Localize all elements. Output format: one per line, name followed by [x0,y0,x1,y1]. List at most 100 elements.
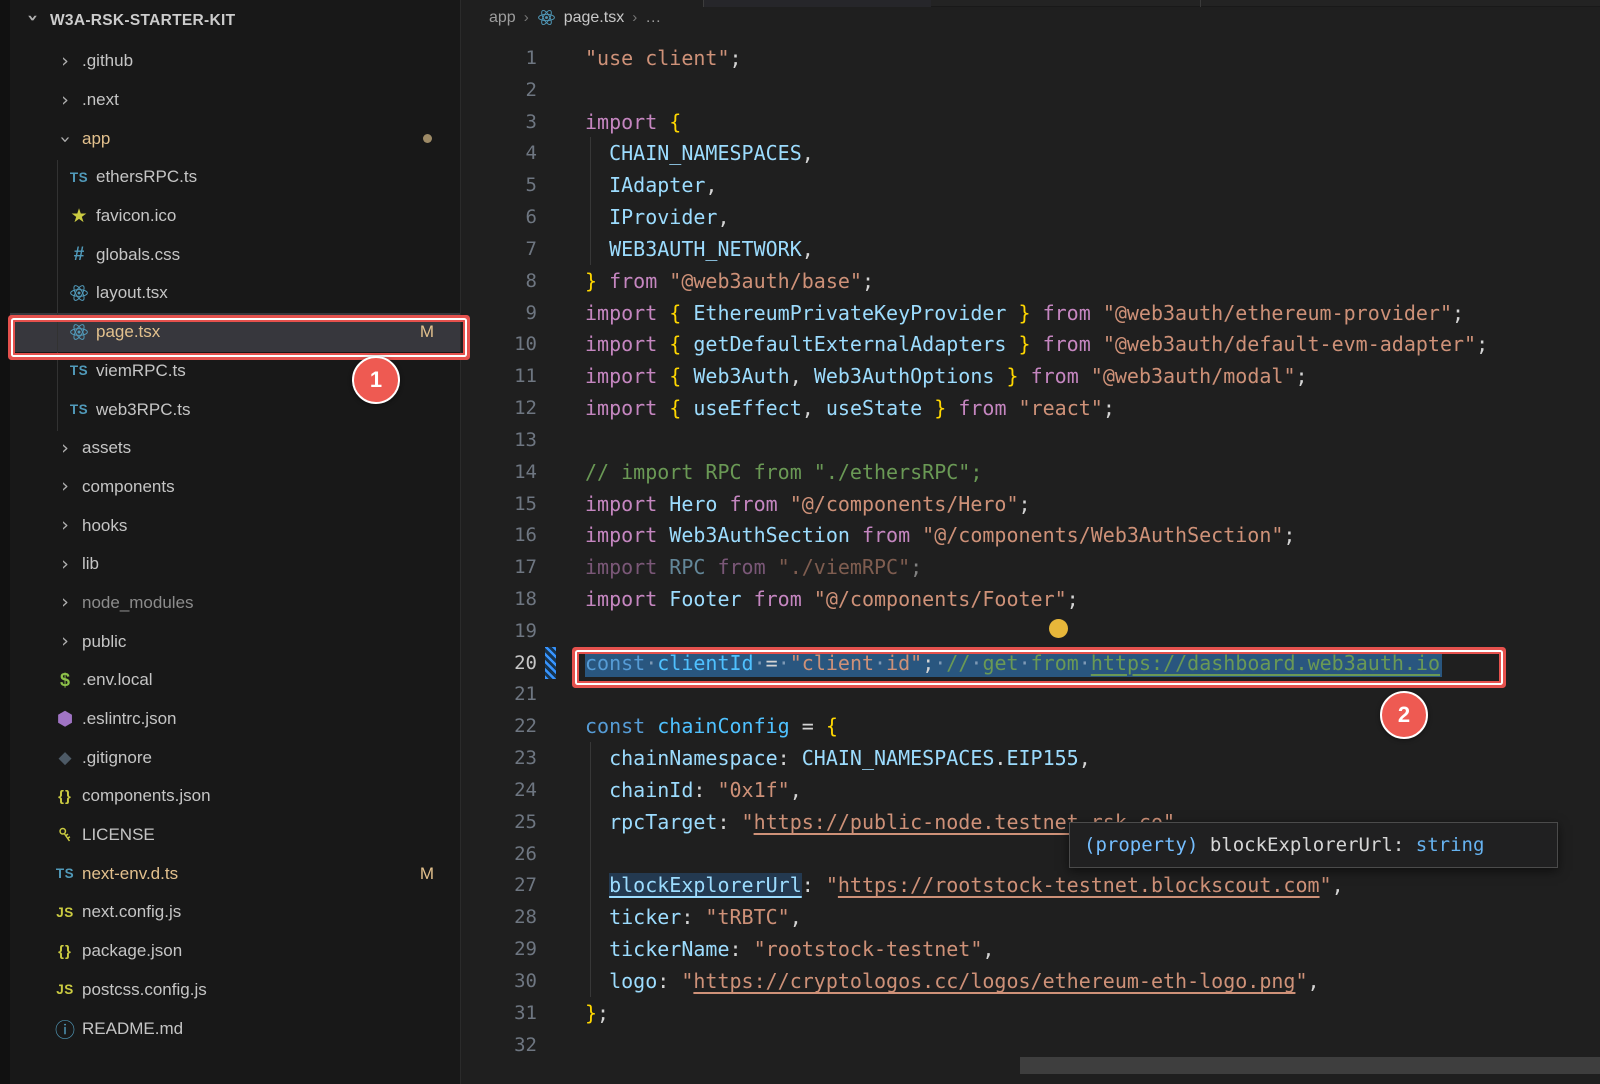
code-line-32[interactable]: 32 [461,1029,1600,1061]
sidebar-file-components.json[interactable]: {}components.json [10,777,460,816]
line-number[interactable]: 23 [461,747,585,769]
code-line-5[interactable]: 5 IAdapter, [461,169,1600,201]
line-number[interactable]: 14 [461,461,585,483]
line-number[interactable]: 31 [461,1002,585,1024]
line-number[interactable]: 6 [461,206,585,228]
code-line-3[interactable]: 3import { [461,106,1600,138]
line-number[interactable]: 27 [461,874,585,896]
code-line-14[interactable]: 14// import RPC from "./ethersRPC"; [461,456,1600,488]
sidebar-file-next-env.d.ts[interactable]: TSnext-env.d.tsM [10,854,460,893]
line-number[interactable]: 10 [461,333,585,355]
code-line-23[interactable]: 23 chainNamespace: CHAIN_NAMESPACES.EIP1… [461,742,1600,774]
line-number[interactable]: 19 [461,620,585,642]
code-line-22[interactable]: 22const chainConfig = { [461,710,1600,742]
line-number[interactable]: 17 [461,556,585,578]
file-label: globals.css [96,245,180,265]
sidebar-folder-lib[interactable]: ›lib [10,545,460,584]
sidebar-folder-hooks[interactable]: ›hooks [10,506,460,545]
line-number[interactable]: 29 [461,938,585,960]
code-line-21[interactable]: 21 [461,679,1600,711]
sidebar-folder-assets[interactable]: ›assets [10,429,460,468]
code-line-17[interactable]: 17import RPC from "./viemRPC"; [461,551,1600,583]
line-number[interactable]: 30 [461,970,585,992]
line-content: ", [585,842,1127,866]
code-line-1[interactable]: 1"use client"; [461,42,1600,74]
sidebar-folder-.github[interactable]: ›.github [10,42,460,81]
code-line-4[interactable]: 4 CHAIN_NAMESPACES, [461,137,1600,169]
breadcrumb-file[interactable]: page.tsx [564,9,624,27]
sidebar-file-next.config.js[interactable]: JSnext.config.js [10,893,460,932]
line-content: import { getDefaultExternalAdapters } fr… [585,332,1488,356]
line-number[interactable]: 25 [461,811,585,833]
breadcrumb-folder[interactable]: app [489,9,516,27]
line-number[interactable]: 22 [461,715,585,737]
sidebar-file-postcss.config.js[interactable]: JSpostcss.config.js [10,971,460,1010]
sidebar-folder-.next[interactable]: ›.next [10,81,460,120]
horizontal-scrollbar[interactable] [1020,1057,1600,1074]
sidebar-folder-components[interactable]: ›components [10,468,460,507]
code-line-15[interactable]: 15import Hero from "@/components/Hero"; [461,488,1600,520]
line-number[interactable]: 3 [461,111,585,133]
line-number[interactable]: 15 [461,493,585,515]
line-number[interactable]: 4 [461,142,585,164]
code-line-28[interactable]: 28 ticker: "tRBTC", [461,901,1600,933]
code-line-13[interactable]: 13 [461,424,1600,456]
code-line-6[interactable]: 6 IProvider, [461,201,1600,233]
code-line-19[interactable]: 19 [461,615,1600,647]
javascript-icon: JS [50,982,80,997]
line-number[interactable]: 13 [461,429,585,451]
sidebar-file-LICENSE[interactable]: LICENSE [10,816,460,855]
line-number[interactable]: 7 [461,238,585,260]
sidebar-file-favicon.ico[interactable]: ★favicon.ico [10,197,460,236]
sidebar-file-.env.local[interactable]: $.env.local [10,661,460,700]
sidebar-file-.gitignore[interactable]: ◆.gitignore [10,738,460,777]
sidebar-file-layout.tsx[interactable]: layout.tsx [10,274,460,313]
sidebar-folder-app[interactable]: ›app [10,119,460,158]
code-line-16[interactable]: 16import Web3AuthSection from "@/compone… [461,519,1600,551]
sidebar-folder-node_modules[interactable]: ›node_modules [10,584,460,623]
line-number[interactable]: 2 [461,79,585,101]
code-line-8[interactable]: 8} from "@web3auth/base"; [461,265,1600,297]
line-number[interactable]: 11 [461,365,585,387]
code-line-31[interactable]: 31}; [461,997,1600,1029]
line-number[interactable]: 9 [461,302,585,324]
line-number[interactable]: 8 [461,270,585,292]
line-number[interactable]: 26 [461,843,585,865]
sidebar-file-README.md[interactable]: ⓘREADME.md [10,1009,460,1048]
line-number[interactable]: 1 [461,47,585,69]
explorer-root-folder[interactable]: › W3A-RSK-STARTER-KIT [10,0,460,42]
typescript-icon: TS [64,363,94,378]
code-line-11[interactable]: 11import { Web3Auth, Web3AuthOptions } f… [461,360,1600,392]
line-content: import { EthereumPrivateKeyProvider } fr… [585,301,1464,325]
code-line-9[interactable]: 9import { EthereumPrivateKeyProvider } f… [461,297,1600,329]
code-line-29[interactable]: 29 tickerName: "rootstock-testnet", [461,933,1600,965]
sidebar-file-ethersRPC.ts[interactable]: TSethersRPC.ts [10,158,460,197]
breadcrumb-more[interactable]: … [645,9,661,27]
line-number[interactable]: 5 [461,174,585,196]
sidebar-folder-public[interactable]: ›public [10,622,460,661]
line-number[interactable]: 20 [461,652,585,674]
tab-strip[interactable] [461,0,1600,7]
line-number[interactable]: 12 [461,397,585,419]
sidebar-file-globals.css[interactable]: #globals.css [10,235,460,274]
sidebar-file-page.tsx[interactable]: page.tsxM [10,313,460,352]
code-line-20[interactable]: 20const·clientId·=·"client·id";·//·get·f… [461,647,1600,679]
code-line-10[interactable]: 10import { getDefaultExternalAdapters } … [461,328,1600,360]
sidebar-file-package.json[interactable]: {}package.json [10,932,460,971]
line-number[interactable]: 32 [461,1034,585,1056]
code-line-24[interactable]: 24 chainId: "0x1f", [461,774,1600,806]
code-line-2[interactable]: 2 [461,74,1600,106]
code-line-18[interactable]: 18import Footer from "@/components/Foote… [461,583,1600,615]
code-line-27[interactable]: 27 blockExplorerUrl: "https://rootstock-… [461,870,1600,902]
line-number[interactable]: 24 [461,779,585,801]
sidebar-file-.eslintrc.json[interactable]: ⬢.eslintrc.json [10,700,460,739]
line-number[interactable]: 16 [461,524,585,546]
line-number[interactable]: 28 [461,906,585,928]
lightbulb-indicator-icon[interactable] [1049,619,1068,638]
line-number[interactable]: 21 [461,683,585,705]
code-line-7[interactable]: 7 WEB3AUTH_NETWORK, [461,233,1600,265]
git-modified-gutter-marker [545,647,556,679]
code-line-30[interactable]: 30 logo: "https://cryptologos.cc/logos/e… [461,965,1600,997]
code-line-12[interactable]: 12import { useEffect, useState } from "r… [461,392,1600,424]
line-number[interactable]: 18 [461,588,585,610]
